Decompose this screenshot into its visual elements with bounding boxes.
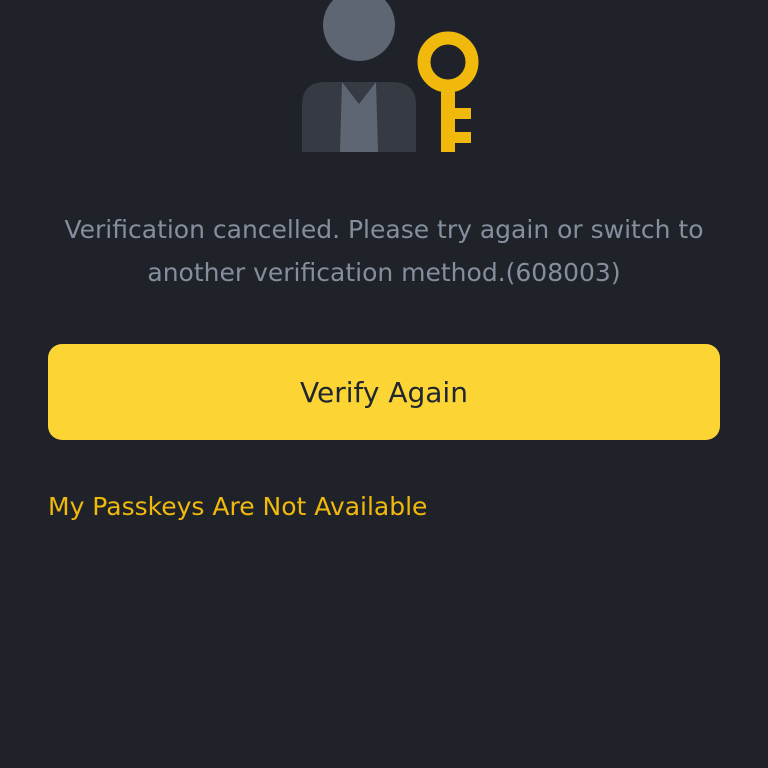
passkeys-not-available-link[interactable]: My Passkeys Are Not Available xyxy=(48,492,427,521)
user-head-icon xyxy=(323,0,395,61)
key-icon xyxy=(417,31,479,152)
message-line-2: another verification method.(608003) xyxy=(147,258,621,287)
passkey-user-key-icon xyxy=(302,0,479,152)
verification-error-message: Verification cancelled. Please try again… xyxy=(40,208,728,294)
verify-again-button[interactable]: Verify Again xyxy=(48,344,720,440)
message-line-1: Verification cancelled. Please try again… xyxy=(64,215,704,244)
passkey-illustration xyxy=(284,0,484,160)
